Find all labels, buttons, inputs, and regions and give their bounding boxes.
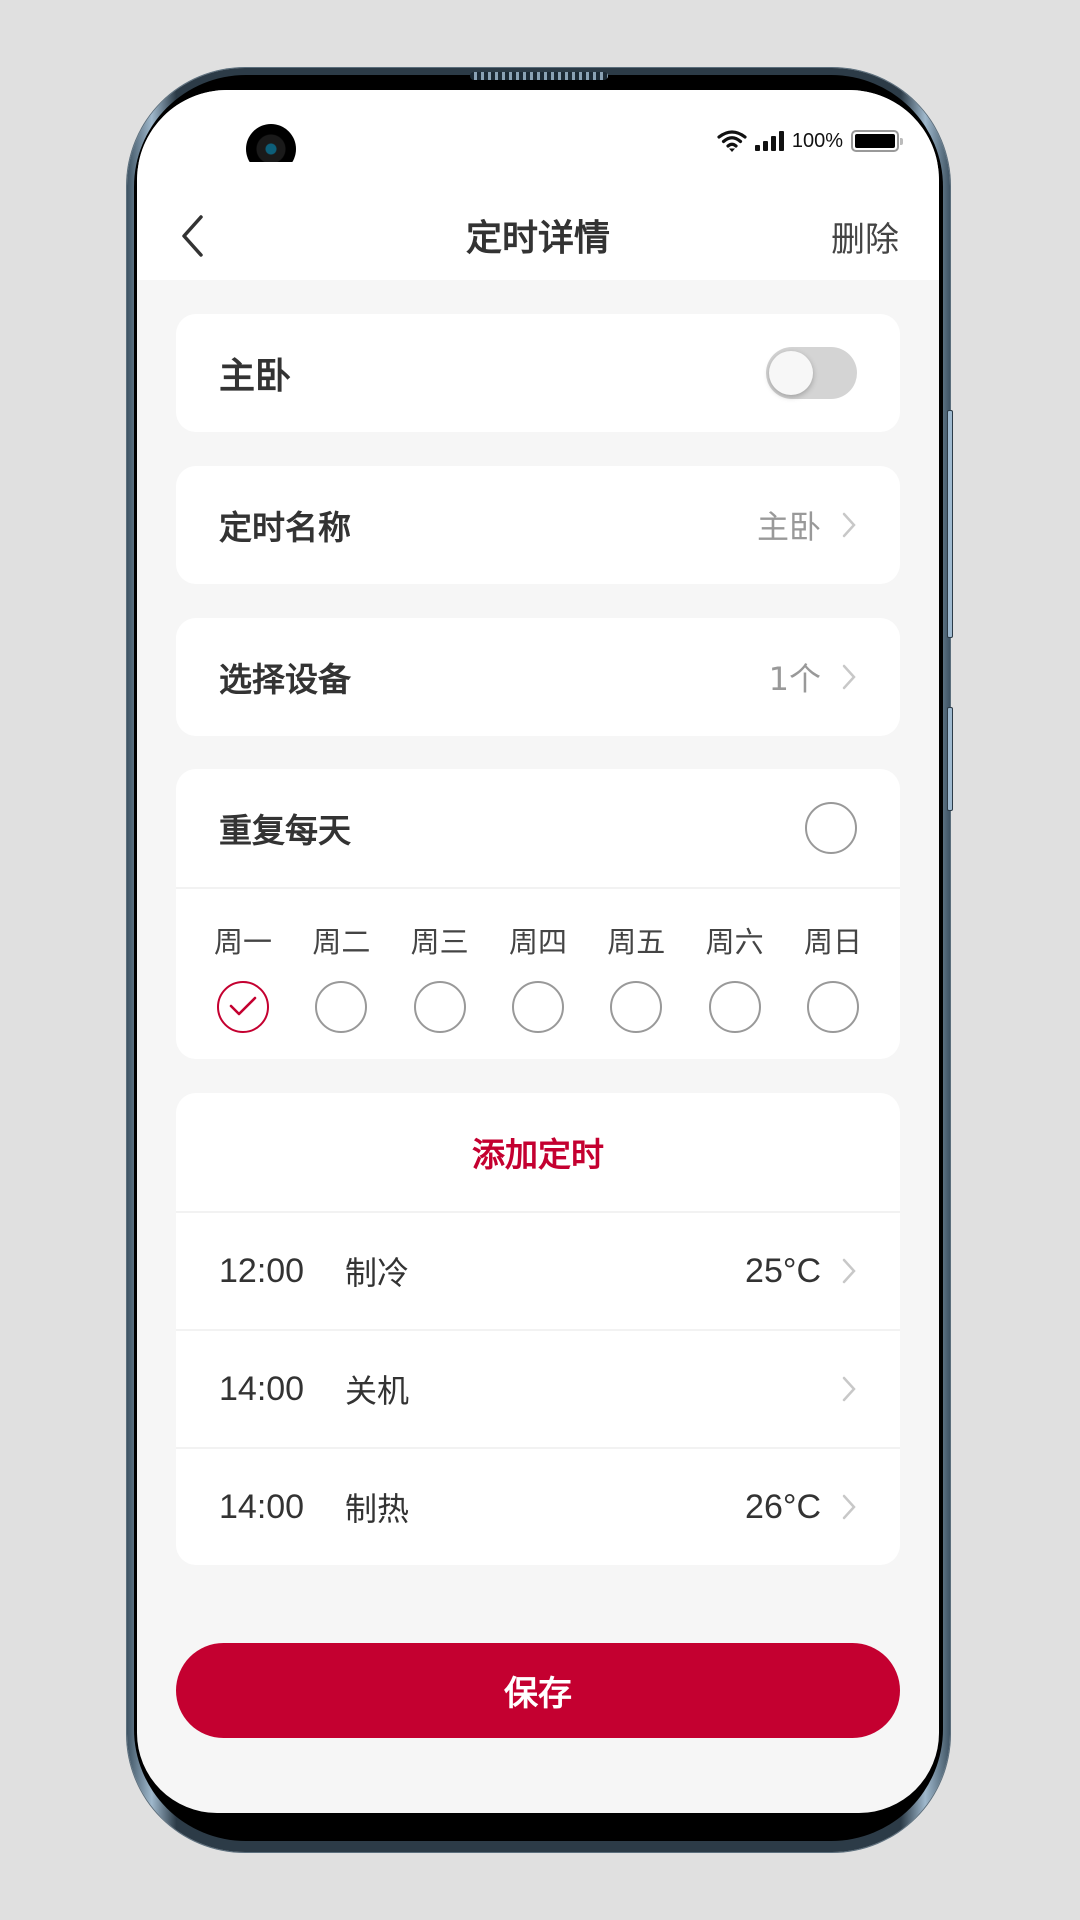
battery-fill <box>855 134 895 148</box>
timer-name-row-label: 定时名称 <box>219 508 351 547</box>
weekday-checkbox-checked[interactable] <box>217 981 269 1033</box>
device-count-value: 1个 <box>768 660 821 698</box>
chevron-right-icon <box>842 1258 856 1284</box>
weekday-label: 周五 <box>607 925 666 959</box>
timer-temperature: 26°C <box>745 1487 821 1526</box>
signal-icon <box>754 131 784 151</box>
chevron-right-icon <box>842 512 856 538</box>
timer-enable-card: 主卧 <box>176 314 900 432</box>
weekday-checkbox[interactable] <box>413 981 466 1033</box>
volume-button <box>947 410 953 638</box>
speaker-grill <box>470 72 608 80</box>
weekday-label: 周日 <box>803 925 862 959</box>
timer-mode: 制冷 <box>345 1254 410 1292</box>
timer-mode: 制热 <box>345 1490 410 1528</box>
repeat-every-day-label: 重复每天 <box>219 811 351 850</box>
chevron-left-icon <box>182 215 203 257</box>
weekday-checkbox[interactable] <box>806 981 859 1033</box>
weekday-checkbox[interactable] <box>511 981 564 1033</box>
battery-icon <box>851 130 903 152</box>
weekday-option[interactable]: 周一 <box>213 919 273 1059</box>
timer-item[interactable]: 14:00 关机 <box>176 1329 900 1447</box>
weekday-option[interactable]: 周二 <box>311 919 371 1059</box>
select-device-row[interactable]: 选择设备 1个 <box>176 618 900 736</box>
weekday-label: 周二 <box>312 925 371 959</box>
delete-button[interactable]: 删除 <box>831 212 899 261</box>
weekday-checkbox[interactable] <box>315 981 368 1033</box>
select-device-card[interactable]: 选择设备 1个 <box>176 618 900 736</box>
weekday-label: 周四 <box>508 925 567 959</box>
status-bar: 100% <box>717 126 903 156</box>
weekday-option[interactable]: 周日 <box>803 919 863 1059</box>
chevron-right-icon <box>842 1376 856 1402</box>
timer-name-card[interactable]: 定时名称 主卧 <box>176 466 900 584</box>
weekday-option[interactable]: 周三 <box>410 919 470 1059</box>
chevron-right-icon <box>842 664 856 690</box>
power-button <box>947 707 953 811</box>
timer-temperature: 25°C <box>745 1251 821 1290</box>
repeat-every-day-radio[interactable] <box>805 802 857 854</box>
repeat-every-day-row[interactable]: 重复每天 <box>176 769 900 887</box>
timer-time: 14:00 <box>219 1487 305 1526</box>
timer-time: 14:00 <box>219 1369 305 1408</box>
nav-bar: 定时详情 删除 <box>137 190 939 280</box>
timer-name-label: 主卧 <box>219 356 292 397</box>
weekday-checkbox[interactable] <box>610 981 663 1033</box>
weekday-label: 周六 <box>705 925 764 959</box>
schedule-card: 添加定时 12:00 制冷 25°C 14:00 关机 14:00 制热 26°C <box>176 1093 900 1565</box>
weekday-option[interactable]: 周四 <box>508 919 568 1059</box>
screen: 100% 定时详情 删除 主卧 定时名称 主卧 选择设备 1个 重复每天 周一 … <box>137 90 939 1813</box>
weekday-label: 周一 <box>213 925 272 959</box>
timer-name-value: 主卧 <box>756 508 821 546</box>
add-timer-button[interactable]: 添加定时 <box>176 1093 900 1211</box>
checkmark-icon <box>229 996 257 1016</box>
timer-enable-row: 主卧 <box>176 314 900 432</box>
weekday-checkbox[interactable] <box>708 981 761 1033</box>
timer-enable-toggle[interactable] <box>766 347 857 399</box>
wifi-icon <box>717 130 747 152</box>
save-button[interactable]: 保存 <box>176 1643 900 1738</box>
timer-name-row[interactable]: 定时名称 主卧 <box>176 466 900 584</box>
repeat-card: 重复每天 周一 周二 周三 周四 周五 周六 周日 <box>176 769 900 1059</box>
page-title: 定时详情 <box>465 218 610 259</box>
timer-item[interactable]: 14:00 制热 26°C <box>176 1447 900 1565</box>
weekday-selector: 周一 周二 周三 周四 周五 周六 周日 <box>176 889 900 1059</box>
weekday-label: 周三 <box>410 925 469 959</box>
timer-list: 12:00 制冷 25°C 14:00 关机 14:00 制热 26°C <box>176 1211 900 1565</box>
weekday-option[interactable]: 周五 <box>606 919 666 1059</box>
timer-time: 12:00 <box>219 1251 305 1290</box>
timer-item[interactable]: 12:00 制冷 25°C <box>176 1211 900 1329</box>
chevron-right-icon <box>842 1494 856 1520</box>
weekday-option[interactable]: 周六 <box>705 919 765 1059</box>
battery-percent: 100% <box>791 129 843 152</box>
timer-mode: 关机 <box>345 1372 410 1410</box>
back-button[interactable] <box>167 208 217 264</box>
select-device-label: 选择设备 <box>219 660 351 699</box>
toggle-knob <box>769 351 813 395</box>
